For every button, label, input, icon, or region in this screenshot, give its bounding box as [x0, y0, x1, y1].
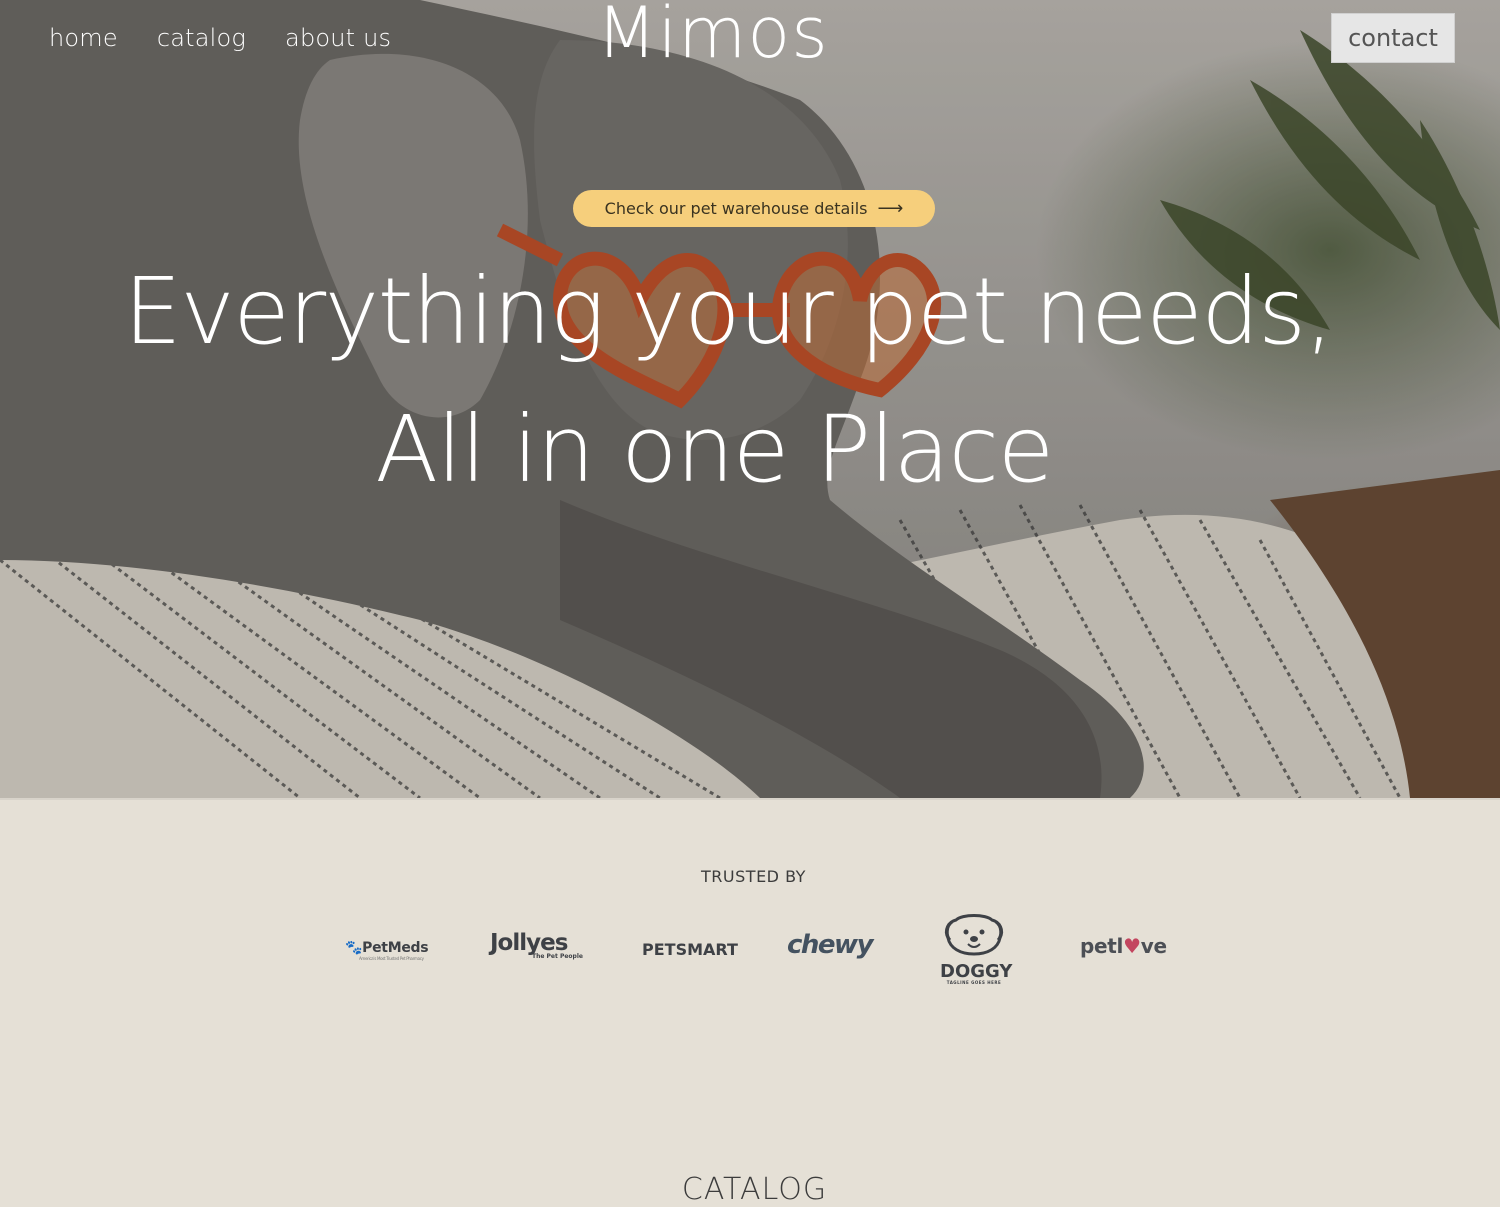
- logo-doggy-tagline: TAGLINE GOES HERE: [946, 980, 1002, 985]
- logo-chewy: chewy: [787, 930, 874, 960]
- arrow-right-icon: ⟶: [877, 198, 904, 219]
- hero-headline-line2: All in one Place: [375, 396, 1054, 503]
- logo-petlove-text-left: petl: [1080, 934, 1124, 958]
- logo-petmeds-name: PetMeds: [362, 940, 429, 956]
- logo-jollyes-tagline: The Pet People: [532, 953, 583, 960]
- dog-face-icon: [944, 914, 1004, 956]
- logo-petlove: petl♥ve: [1080, 934, 1167, 958]
- logo-jollyes: Jollyes The Pet People: [490, 930, 583, 960]
- contact-button[interactable]: contact: [1331, 13, 1455, 63]
- logo-petsmart: PETSMART: [642, 940, 738, 959]
- brand-logo[interactable]: Mimos: [0, 0, 1425, 74]
- catalog-section-title: CATALOG: [681, 1172, 828, 1207]
- logo-petmeds: 🐾PetMeds America's Most Trusted Pet Phar…: [345, 940, 429, 961]
- warehouse-details-label: Check our pet warehouse details: [604, 199, 868, 218]
- logo-petlove-text-right: ve: [1140, 934, 1167, 958]
- logo-doggy: DOGGY TAGLINE GOES HERE: [940, 912, 1013, 985]
- hero-headline-line1: Everything your pet needs,: [123, 258, 1334, 365]
- trusted-by-title: TRUSTED BY: [701, 867, 806, 886]
- paw-icon: 🐾: [345, 940, 363, 956]
- logo-doggy-name: DOGGY: [940, 961, 1013, 982]
- warehouse-details-button[interactable]: Check our pet warehouse details ⟶: [573, 190, 935, 227]
- hero-section: home catalog about us Mimos contact Chec…: [0, 0, 1500, 798]
- logo-petmeds-tagline: America's Most Trusted Pet Pharmacy: [359, 956, 424, 961]
- heart-icon: ♥: [1123, 934, 1141, 958]
- section-divider: [0, 798, 1500, 800]
